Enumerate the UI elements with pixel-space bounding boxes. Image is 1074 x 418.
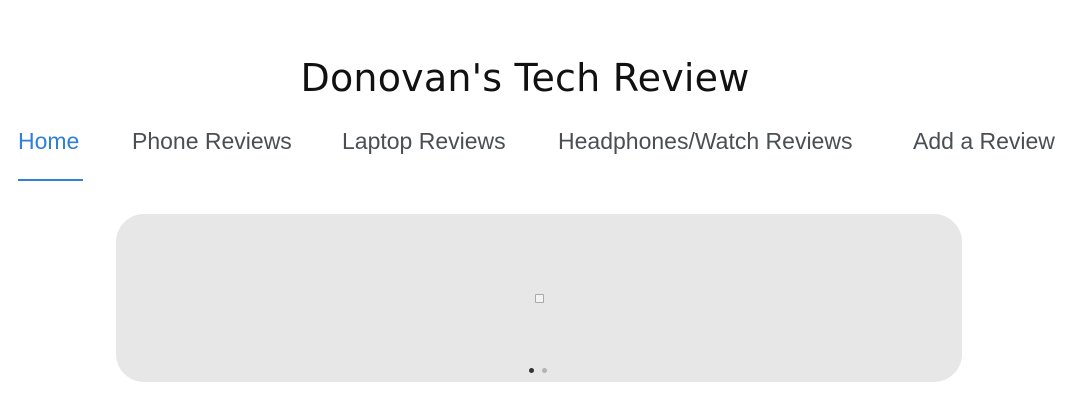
- active-tab-indicator: [18, 179, 83, 181]
- tab-home[interactable]: Home: [18, 128, 79, 155]
- image-carousel[interactable]: [116, 214, 962, 382]
- tab-laptop-reviews[interactable]: Laptop Reviews: [342, 128, 506, 155]
- tab-add-a-review[interactable]: Add a Review: [913, 128, 1055, 155]
- nav-tabs: Home Phone Reviews Laptop Reviews Headph…: [0, 118, 1074, 184]
- page: Donovan's Tech Review Home Phone Reviews…: [0, 0, 1074, 418]
- site-title: Donovan's Tech Review: [300, 56, 750, 100]
- tab-phone-reviews[interactable]: Phone Reviews: [132, 128, 292, 155]
- tab-headphones-watch-reviews[interactable]: Headphones/Watch Reviews: [558, 128, 852, 155]
- carousel-dot-1[interactable]: [529, 368, 534, 373]
- carousel-dot-2[interactable]: [542, 368, 547, 373]
- broken-image-icon: [535, 294, 544, 303]
